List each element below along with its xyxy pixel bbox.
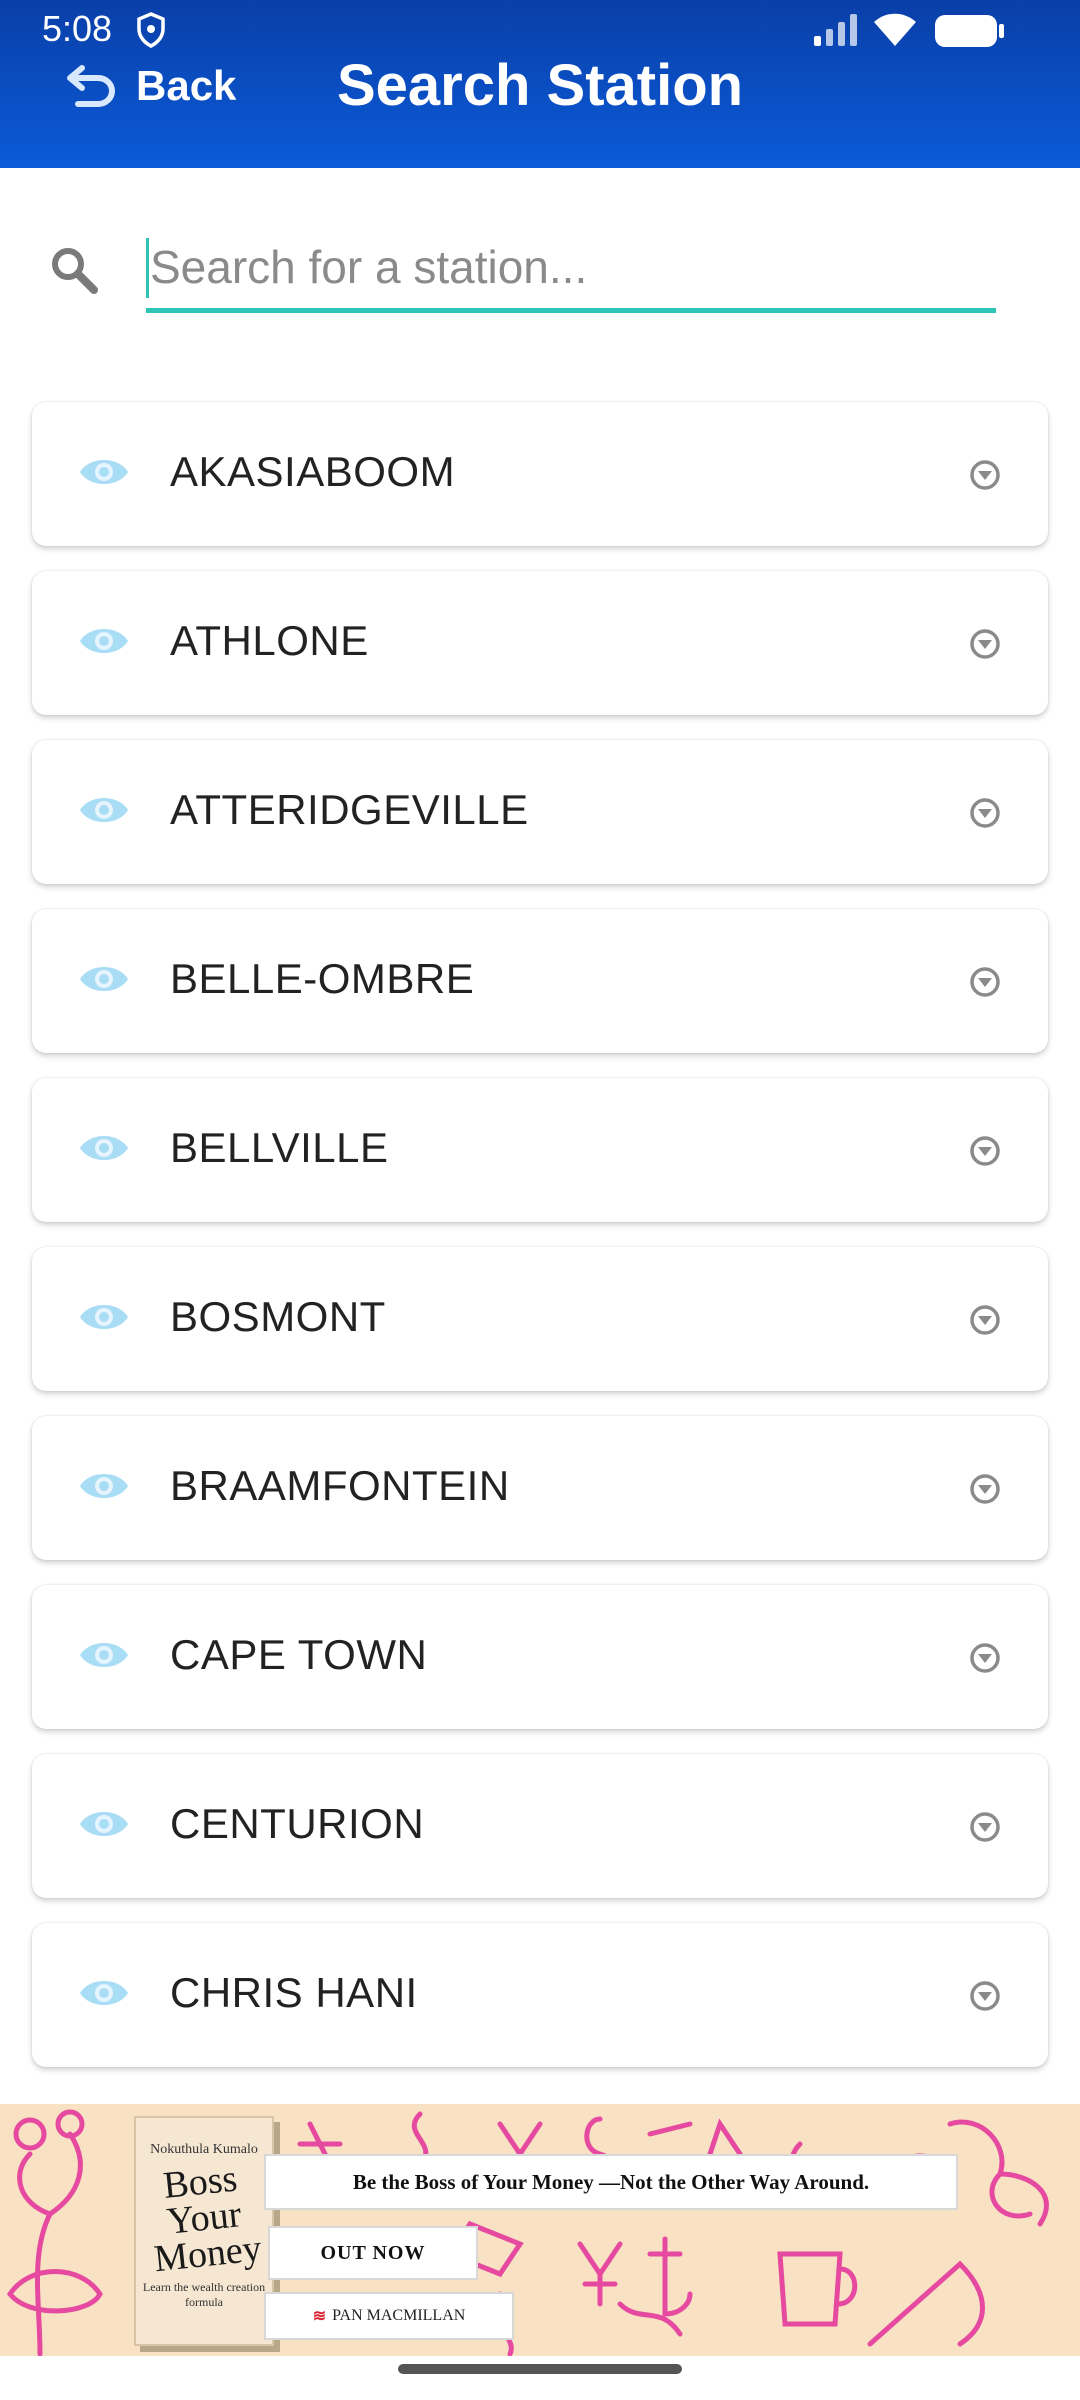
- eye-icon: [80, 1812, 128, 1836]
- station-item[interactable]: BOSMONT: [32, 1247, 1048, 1391]
- station-name: CAPE TOWN: [170, 1631, 428, 1678]
- eye-icon: [80, 1474, 128, 1498]
- station-name: BRAAMFONTEIN: [170, 1462, 510, 1509]
- book-subtitle: Learn the wealth creation formula: [142, 2280, 266, 2309]
- station-name: CHRIS HANI: [170, 1969, 418, 2016]
- chevron-down-circle-icon[interactable]: [968, 1979, 1002, 2013]
- station-item[interactable]: CHRIS HANI: [32, 1923, 1048, 2067]
- station-name: CENTURION: [170, 1800, 425, 1847]
- chevron-down-circle-icon[interactable]: [968, 1134, 1002, 1168]
- eye-icon: [80, 460, 128, 484]
- search-field[interactable]: [146, 230, 996, 313]
- station-name: BELLE-OMBRE: [170, 955, 475, 1002]
- ad-banner[interactable]: Nokuthula Kumalo Boss Your Money Learn t…: [0, 2104, 1080, 2356]
- chevron-down-circle-icon[interactable]: [968, 1303, 1002, 1337]
- publisher-logo-icon: ≋: [312, 2308, 327, 2325]
- status-bar: 5:08: [0, 0, 1080, 60]
- station-item[interactable]: BRAAMFONTEIN: [32, 1416, 1048, 1560]
- wifi-icon: [874, 13, 916, 46]
- book-cover: Nokuthula Kumalo Boss Your Money Learn t…: [134, 2116, 274, 2346]
- publisher-name: PAN MACMILLAN: [332, 2307, 466, 2324]
- search-icon: [52, 248, 98, 294]
- chevron-down-circle-icon[interactable]: [968, 1810, 1002, 1844]
- station-item[interactable]: ATHLONE: [32, 571, 1048, 715]
- station-name: ATTERIDGEVILLE: [170, 786, 529, 833]
- status-time: 5:08: [42, 8, 113, 49]
- station-item[interactable]: ATTERIDGEVILLE: [32, 740, 1048, 884]
- station-item[interactable]: CAPE TOWN: [32, 1585, 1048, 1729]
- eye-icon: [80, 967, 128, 991]
- chevron-down-circle-icon[interactable]: [968, 1641, 1002, 1675]
- station-item[interactable]: AKASIABOOM: [32, 402, 1048, 546]
- station-name: ATHLONE: [170, 617, 369, 664]
- station-item[interactable]: BELLE-OMBRE: [32, 909, 1048, 1053]
- chevron-down-circle-icon[interactable]: [968, 458, 1002, 492]
- page-title: Search Station: [336, 53, 744, 118]
- ad-cta-button[interactable]: OUT NOW: [268, 2226, 478, 2280]
- eye-icon: [80, 798, 128, 822]
- eye-icon: [80, 1981, 128, 2005]
- station-name: BELLVILLE: [170, 1124, 389, 1171]
- eye-icon: [80, 1643, 128, 1667]
- eye-icon: [80, 1136, 128, 1160]
- chevron-down-circle-icon[interactable]: [968, 627, 1002, 661]
- shield-icon: [137, 12, 165, 48]
- signal-icon: [814, 14, 857, 46]
- search-input[interactable]: [146, 230, 992, 304]
- ad-tagline: Be the Boss of Your Money —Not the Other…: [264, 2154, 958, 2210]
- station-name: BOSMONT: [170, 1293, 386, 1340]
- book-author: Nokuthula Kumalo: [150, 2142, 258, 2157]
- eye-icon: [80, 1305, 128, 1329]
- ad-publisher: ≋ PAN MACMILLAN: [264, 2292, 514, 2340]
- chevron-down-circle-icon[interactable]: [968, 1472, 1002, 1506]
- app-header: 5:08 Back Search Station: [0, 0, 1080, 168]
- station-item[interactable]: CENTURION: [32, 1754, 1048, 1898]
- eye-icon: [80, 629, 128, 653]
- chevron-down-circle-icon[interactable]: [968, 796, 1002, 830]
- station-item[interactable]: BELLVILLE: [32, 1078, 1048, 1222]
- home-indicator[interactable]: [398, 2364, 682, 2374]
- station-name: AKASIABOOM: [170, 448, 456, 495]
- chevron-down-circle-icon[interactable]: [968, 965, 1002, 999]
- book-title: Boss Your Money: [131, 2157, 278, 2280]
- battery-icon: [935, 15, 1004, 47]
